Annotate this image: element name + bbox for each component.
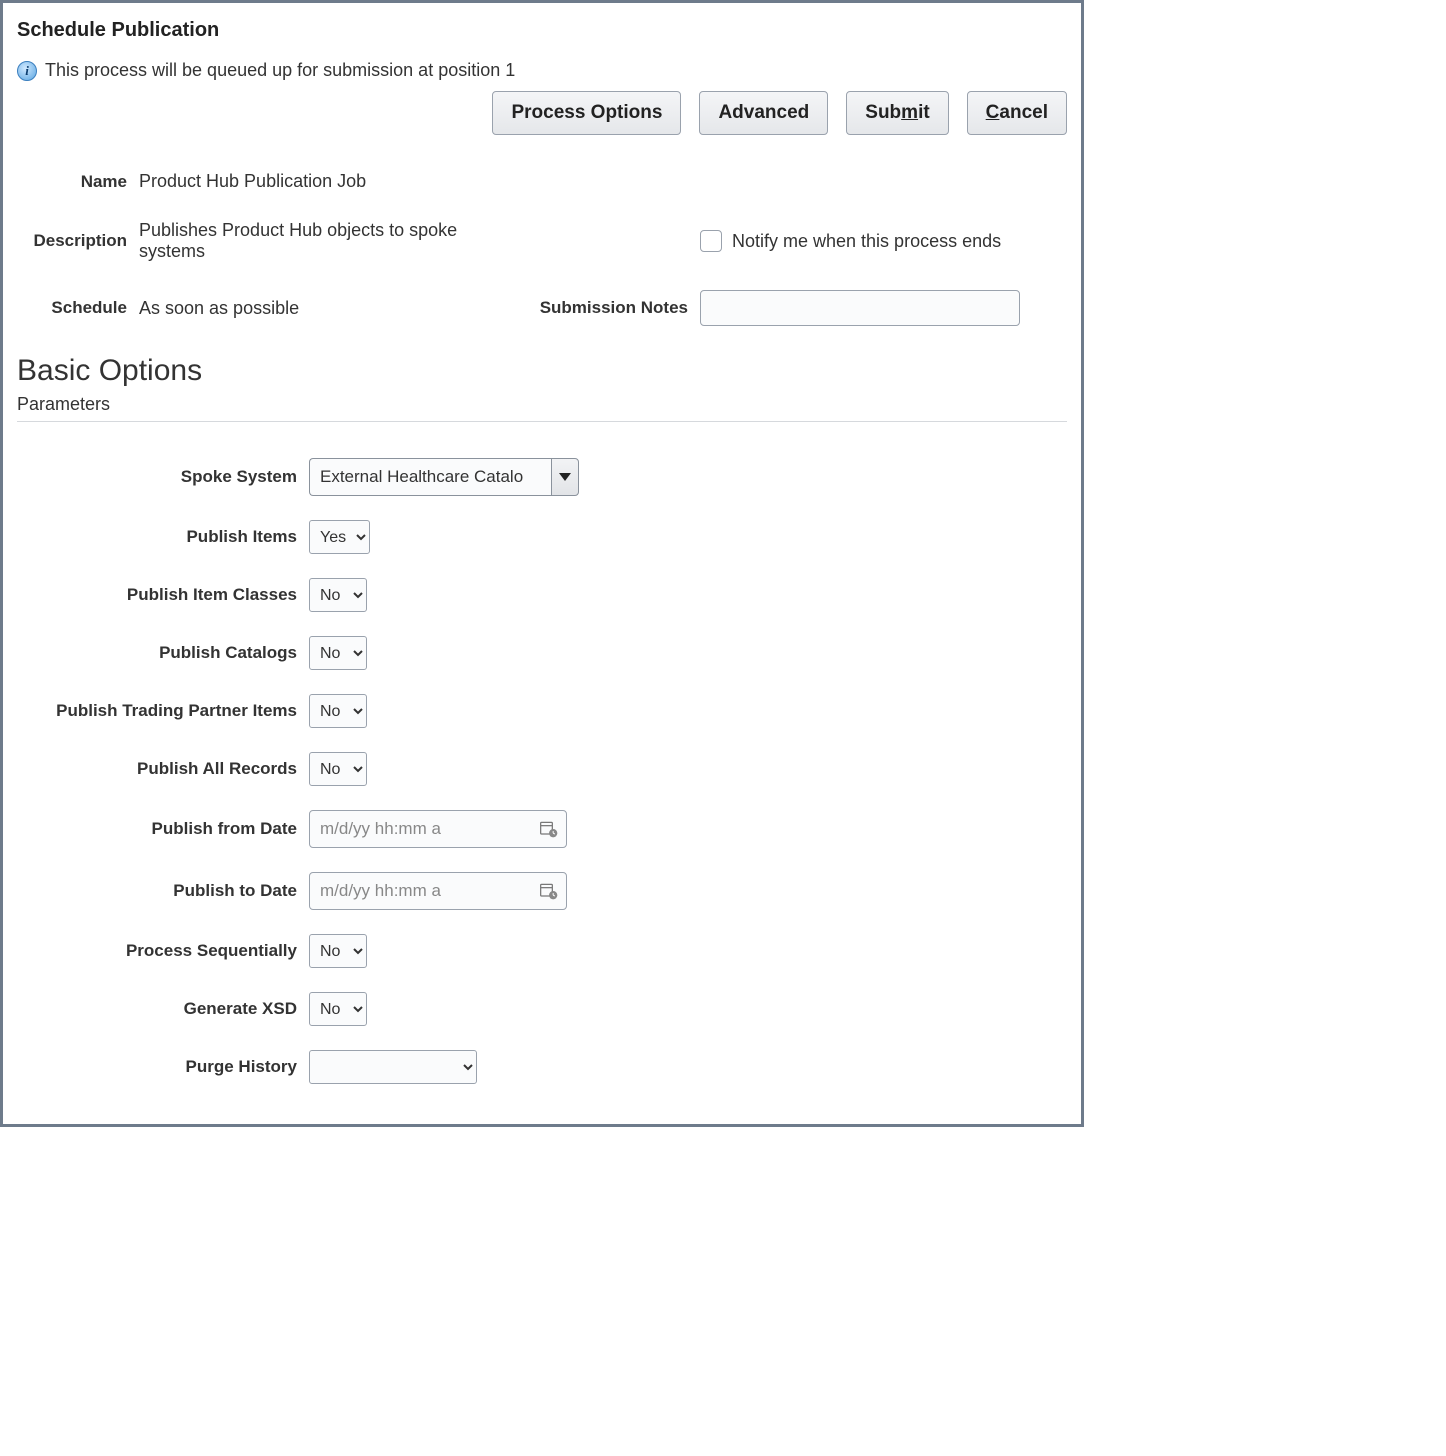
generate-xsd-select[interactable]: No [309,992,367,1026]
name-value: Product Hub Publication Job [139,171,1067,192]
publish-all-select[interactable]: No [309,752,367,786]
spoke-system-combo [309,458,579,496]
submission-notes-input[interactable] [700,290,1020,326]
button-bar: Process Options Advanced Submit Cancel [17,91,1067,135]
publish-tpi-select[interactable]: No [309,694,367,728]
process-seq-select[interactable]: No [309,934,367,968]
generate-xsd-label: Generate XSD [17,999,297,1019]
publish-items-select[interactable]: Yes [309,520,370,554]
notify-checkbox[interactable] [700,230,722,252]
publish-catalogs-label: Publish Catalogs [17,643,297,663]
advanced-button[interactable]: Advanced [699,91,828,135]
schedule-publication-dialog: Schedule Publication i This process will… [0,0,1084,1127]
publish-tpi-label: Publish Trading Partner Items [17,701,297,721]
submit-post: it [918,102,930,123]
publish-item-classes-label: Publish Item Classes [17,585,297,605]
info-row: i This process will be queued up for sub… [17,60,1067,81]
purge-history-label: Purge History [17,1057,297,1077]
submit-button[interactable]: Submit [846,91,948,135]
publish-from-label: Publish from Date [17,819,297,839]
publish-catalogs-select[interactable]: No [309,636,367,670]
publish-items-label: Publish Items [17,527,297,547]
info-text: This process will be queued up for submi… [45,60,515,81]
description-value: Publishes Product Hub objects to spoke s… [139,220,506,262]
purge-history-select[interactable] [309,1050,477,1084]
spoke-system-label: Spoke System [17,467,297,487]
spoke-system-input[interactable] [309,458,551,496]
name-label: Name [17,172,127,192]
schedule-label: Schedule [17,298,127,318]
schedule-value: As soon as possible [139,298,506,319]
notify-label: Notify me when this process ends [732,231,1001,252]
chevron-down-icon [559,473,571,481]
process-options-button[interactable]: Process Options [492,91,681,135]
spoke-system-dropdown-button[interactable] [551,458,579,496]
cancel-button[interactable]: Cancel [967,91,1067,135]
basic-options-heading: Basic Options [17,354,1067,388]
description-label: Description [17,231,127,251]
cancel-ul: C [986,102,1000,123]
publish-to-input[interactable] [309,872,567,910]
submit-pre: Sub [865,102,901,123]
submission-notes-label: Submission Notes [518,298,688,318]
publish-item-classes-select[interactable]: No [309,578,367,612]
publish-from-input[interactable] [309,810,567,848]
cancel-post: ancel [999,102,1048,123]
publish-to-label: Publish to Date [17,881,297,901]
meta-grid: Name Product Hub Publication Job Descrip… [17,171,1067,326]
parameters-grid: Spoke System Publish Items Yes Publish I… [17,458,1067,1084]
dialog-title: Schedule Publication [17,19,1067,42]
parameters-subheading: Parameters [17,394,1067,422]
notify-checkbox-row: Notify me when this process ends [700,230,1067,252]
info-icon: i [17,61,37,81]
publish-all-label: Publish All Records [17,759,297,779]
process-seq-label: Process Sequentially [17,941,297,961]
submit-ul: m [901,102,918,123]
